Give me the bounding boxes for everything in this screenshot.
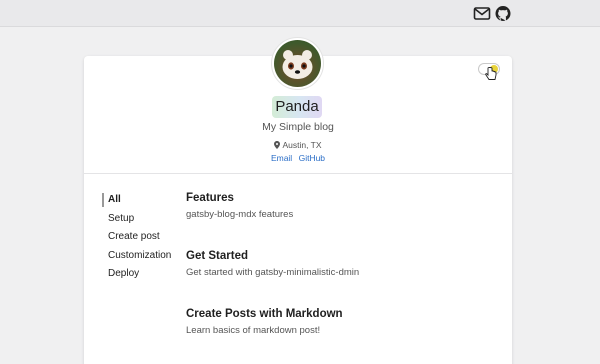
- post-description: Learn basics of markdown post!: [186, 325, 321, 336]
- category-sidebar: All Setup Create post Customization Depl…: [102, 193, 171, 286]
- author-name: Panda: [272, 96, 322, 118]
- blog-tagline: My Simple blog: [262, 121, 334, 133]
- sidebar-item-customization[interactable]: Customization: [102, 249, 171, 268]
- post-description: gatsby-blog-mdx features: [186, 209, 294, 220]
- post-title[interactable]: Create Posts with Markdown: [186, 308, 343, 320]
- email-link[interactable]: Email: [271, 153, 292, 163]
- sidebar-item-setup[interactable]: Setup: [102, 212, 171, 231]
- github-link[interactable]: GitHub: [299, 153, 325, 163]
- github-icon[interactable]: [494, 5, 512, 22]
- post-title[interactable]: Features: [186, 192, 293, 204]
- location: Austin, TX: [230, 140, 366, 150]
- sidebar-item-create-post[interactable]: Create post: [102, 230, 171, 249]
- top-bar: [0, 0, 600, 27]
- location-pin-icon: [274, 141, 281, 149]
- post-item[interactable]: Get Started Get started with gatsby-mini…: [186, 250, 359, 278]
- post-item[interactable]: Create Posts with Markdown Learn basics …: [186, 308, 343, 336]
- divider: [84, 173, 512, 174]
- mail-icon[interactable]: [473, 5, 491, 22]
- profile-links: Email GitHub: [230, 153, 366, 163]
- post-title[interactable]: Get Started: [186, 250, 359, 262]
- post-description: Get started with gatsby-minimalistic-dmi…: [186, 267, 360, 278]
- red-panda-avatar: [274, 40, 321, 87]
- location-text: Austin, TX: [282, 140, 322, 150]
- sidebar-item-all[interactable]: All: [102, 193, 171, 212]
- avatar: [271, 37, 324, 90]
- hand-cursor-icon: [485, 67, 497, 80]
- sidebar-item-deploy[interactable]: Deploy: [102, 267, 171, 286]
- post-item[interactable]: Features gatsby-blog-mdx features: [186, 192, 293, 220]
